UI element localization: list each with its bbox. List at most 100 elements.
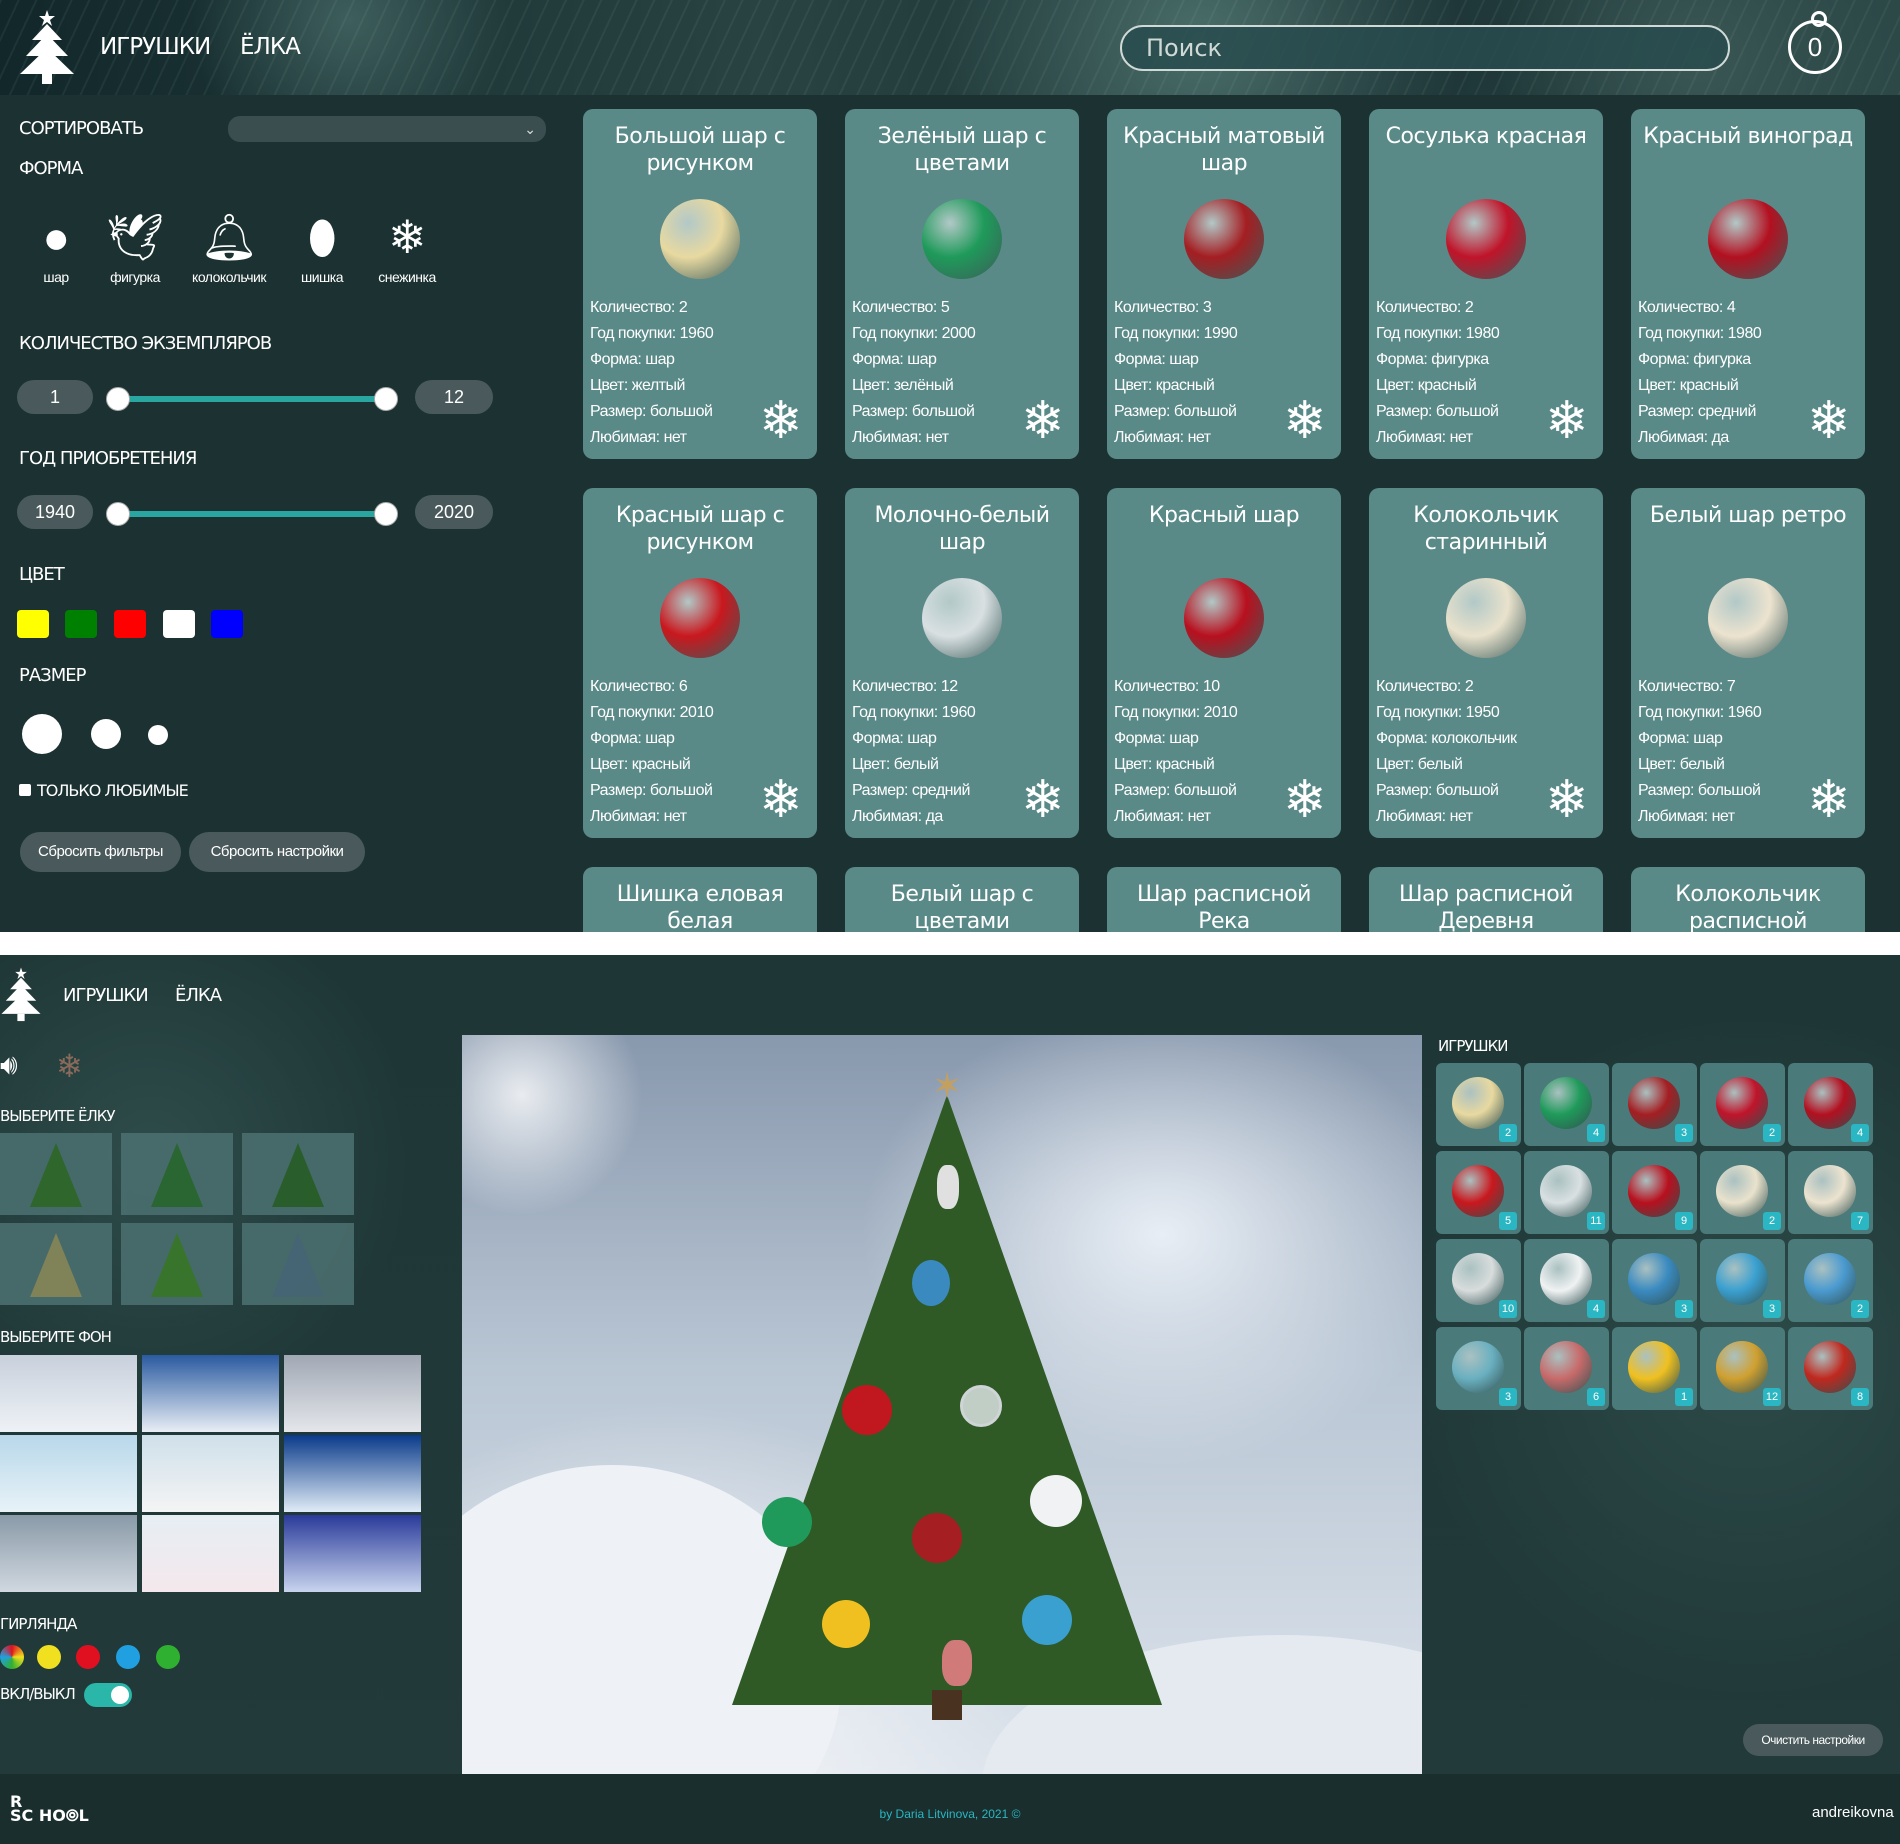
toy-card[interactable]: Красный шар Количество: 10 Год покупки: 20…: [1107, 488, 1341, 838]
toy-image[interactable]: [1452, 1077, 1504, 1129]
garland-red[interactable]: [76, 1645, 100, 1669]
toy-slot[interactable]: 4: [1788, 1063, 1873, 1146]
toy-slot[interactable]: 9: [1612, 1151, 1697, 1234]
size-small-icon[interactable]: [148, 725, 168, 745]
tree-logo-icon[interactable]: [0, 965, 42, 1025]
favorites-checkbox[interactable]: [19, 784, 31, 796]
garland-toggle[interactable]: [84, 1683, 132, 1707]
toy-card[interactable]: Шар расписной Деревня: [1369, 867, 1603, 932]
toy-slot[interactable]: 2: [1700, 1151, 1785, 1234]
toy-slot[interactable]: 5: [1436, 1151, 1521, 1234]
ornament-green[interactable]: [762, 1497, 812, 1547]
toy-slot[interactable]: 7: [1788, 1151, 1873, 1234]
toy-card[interactable]: Красный матовый шар Количество: 3 Год поку…: [1107, 109, 1341, 459]
toy-image[interactable]: [1452, 1341, 1504, 1393]
size-medium-icon[interactable]: [91, 719, 121, 749]
toy-image[interactable]: [1540, 1341, 1592, 1393]
background-choice[interactable]: [0, 1515, 137, 1592]
background-choice[interactable]: [142, 1355, 279, 1432]
toy-card[interactable]: Колокольчик старинный Количество: 2 Год по…: [1369, 488, 1603, 838]
toy-card[interactable]: Шишка еловая белая: [583, 867, 817, 932]
count-slider-track[interactable]: [118, 396, 386, 402]
toy-slot[interactable]: 3: [1612, 1239, 1697, 1322]
toy-image[interactable]: [1804, 1341, 1856, 1393]
toy-card[interactable]: Сосулька красная Количество: 2 Год покупки…: [1369, 109, 1603, 459]
toy-image[interactable]: [1628, 1077, 1680, 1129]
toy-image[interactable]: [1804, 1165, 1856, 1217]
tree-choice[interactable]: [0, 1133, 112, 1215]
ornament-red[interactable]: [842, 1385, 892, 1435]
toy-image[interactable]: [1452, 1253, 1504, 1305]
toy-slot[interactable]: 3: [1612, 1063, 1697, 1146]
ornament-white[interactable]: [1030, 1475, 1082, 1527]
footer-user[interactable]: andreikovna: [1812, 1804, 1894, 1821]
toy-slot[interactable]: 3: [1436, 1327, 1521, 1410]
background-choice[interactable]: [0, 1435, 137, 1512]
nav-toys[interactable]: ИГРУШКИ: [63, 985, 149, 1006]
garland-multicolor[interactable]: [0, 1645, 24, 1669]
selected-count-badge[interactable]: 0: [1788, 11, 1842, 74]
shape-cone[interactable]: ⬮ шишка: [282, 205, 362, 285]
color-green[interactable]: [65, 610, 97, 638]
toy-slot[interactable]: 10: [1436, 1239, 1521, 1322]
color-yellow[interactable]: [17, 610, 49, 638]
background-choice[interactable]: [284, 1355, 421, 1432]
garland-yellow[interactable]: [37, 1645, 61, 1669]
toy-card[interactable]: Красный шар с рисунком Количество: 6 Год п…: [583, 488, 817, 838]
ornament-clear[interactable]: [960, 1385, 1002, 1427]
count-slider-max-handle[interactable]: [374, 387, 398, 411]
tree-stage[interactable]: ✶: [462, 1035, 1422, 1775]
toy-card[interactable]: Белый шар ретро Количество: 7 Год покупки:…: [1631, 488, 1865, 838]
year-slider-min-handle[interactable]: [106, 502, 130, 526]
sort-select[interactable]: ⌄: [228, 116, 546, 142]
toy-image[interactable]: [1540, 1077, 1592, 1129]
background-choice[interactable]: [142, 1435, 279, 1512]
toy-card[interactable]: Колокольчик расписной: [1631, 867, 1865, 932]
toy-slot[interactable]: 1: [1612, 1327, 1697, 1410]
toy-card[interactable]: Шар расписной Река: [1107, 867, 1341, 932]
color-blue[interactable]: [211, 610, 243, 638]
toy-image[interactable]: [1716, 1077, 1768, 1129]
toy-image[interactable]: [1804, 1077, 1856, 1129]
toy-card[interactable]: Белый шар с цветами: [845, 867, 1079, 932]
toy-slot[interactable]: 4: [1524, 1239, 1609, 1322]
toy-image[interactable]: [1540, 1253, 1592, 1305]
toy-image[interactable]: [1628, 1253, 1680, 1305]
background-choice[interactable]: [284, 1515, 421, 1592]
toy-slot[interactable]: 2: [1436, 1063, 1521, 1146]
size-large-icon[interactable]: [22, 714, 62, 754]
nav-toys[interactable]: ИГРУШКИ: [100, 34, 211, 60]
toy-slot[interactable]: 11: [1524, 1151, 1609, 1234]
toy-slot[interactable]: 2: [1788, 1239, 1873, 1322]
toy-image[interactable]: [1716, 1165, 1768, 1217]
snow-toggle-icon[interactable]: ❄: [56, 1047, 83, 1085]
search-input[interactable]: Поиск: [1120, 25, 1730, 71]
background-choice[interactable]: [284, 1435, 421, 1512]
tree-choice[interactable]: [242, 1133, 354, 1215]
toy-card[interactable]: Красный виноград Количество: 4 Год покупки…: [1631, 109, 1865, 459]
garland-green[interactable]: [156, 1645, 180, 1669]
background-choice[interactable]: [142, 1515, 279, 1592]
toy-image[interactable]: [1540, 1165, 1592, 1217]
toy-image[interactable]: [1804, 1253, 1856, 1305]
clear-settings-button[interactable]: Очистить настройки: [1743, 1724, 1883, 1756]
ornament-figure[interactable]: [942, 1640, 972, 1686]
toy-card[interactable]: Зелёный шар с цветами Количество: 5 Год по…: [845, 109, 1079, 459]
shape-figure[interactable]: 🕊 фигурка: [95, 205, 175, 285]
garland-blue[interactable]: [116, 1645, 140, 1669]
toy-slot[interactable]: 8: [1788, 1327, 1873, 1410]
background-choice[interactable]: [0, 1355, 137, 1432]
toy-image[interactable]: [1716, 1341, 1768, 1393]
toy-slot[interactable]: 6: [1524, 1327, 1609, 1410]
toy-image[interactable]: [1716, 1253, 1768, 1305]
ornament-gold-bow[interactable]: [822, 1600, 870, 1648]
footer-credit[interactable]: by Daria Litvinova, 2021 ©: [0, 1807, 1900, 1821]
tree-choice[interactable]: [0, 1223, 112, 1305]
shape-bell[interactable]: 🔔︎ колокольчик: [189, 205, 269, 285]
toy-slot[interactable]: 2: [1700, 1063, 1785, 1146]
reset-filters-button[interactable]: Сбросить фильтры: [20, 832, 181, 872]
toy-image[interactable]: [1628, 1341, 1680, 1393]
toy-slot[interactable]: 12: [1700, 1327, 1785, 1410]
color-white[interactable]: [163, 610, 195, 638]
toy-slot[interactable]: 3: [1700, 1239, 1785, 1322]
